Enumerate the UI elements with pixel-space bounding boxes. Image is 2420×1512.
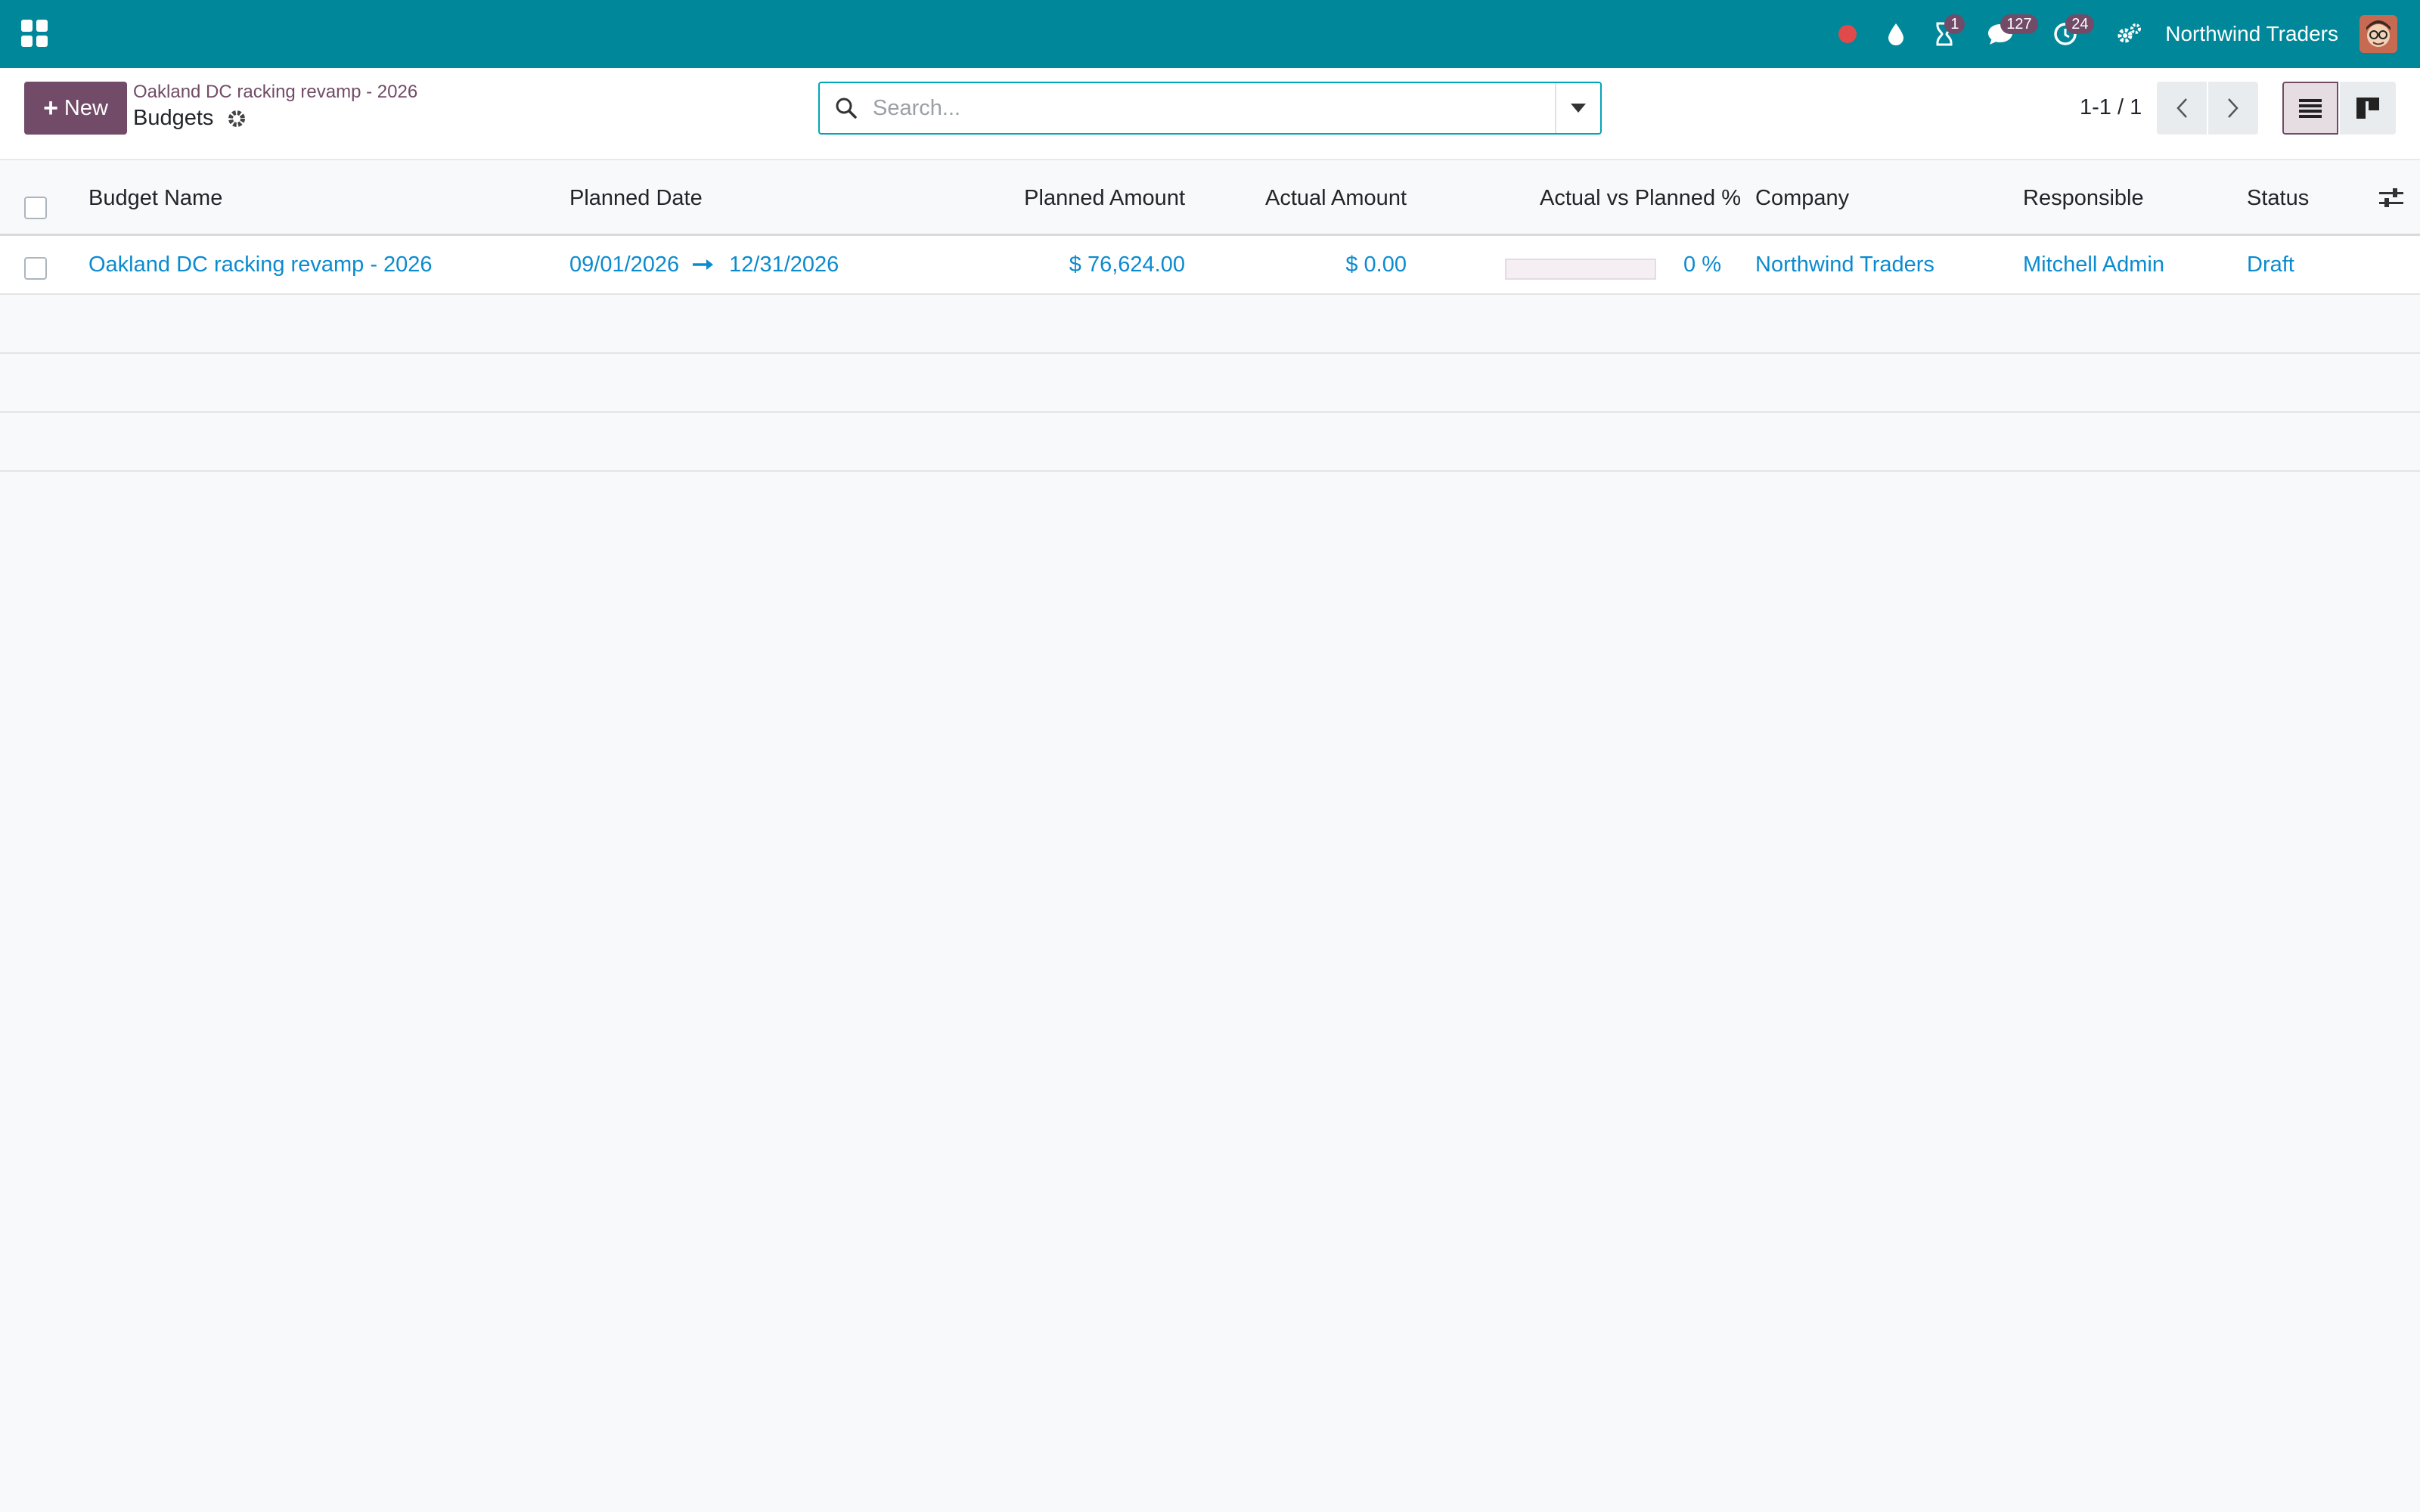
empty-row — [0, 295, 2420, 354]
list-icon — [2299, 99, 2322, 118]
column-header-status[interactable]: Status — [2247, 186, 2309, 211]
empty-row — [0, 413, 2420, 472]
breadcrumb-current: Budgets — [133, 106, 247, 131]
table-header: Budget Name Planned Date Planned Amount … — [0, 160, 2420, 236]
company-switcher[interactable]: Northwind Traders — [2165, 22, 2338, 46]
breadcrumb-parent-link[interactable]: Oakland DC racking revamp - 2026 — [133, 82, 417, 103]
messages-badge: 127 — [2000, 14, 2038, 34]
company-cell[interactable]: Northwind Traders — [1755, 253, 1934, 277]
table-row[interactable]: Oakland DC racking revamp - 2026 09/01/2… — [0, 236, 2420, 295]
caret-down-icon — [1571, 104, 1586, 113]
record-indicator-icon[interactable] — [1831, 17, 1864, 51]
new-button-label: New — [64, 95, 108, 120]
column-header-actual-amount[interactable]: Actual Amount — [1265, 186, 1407, 211]
search-icon — [820, 97, 873, 119]
column-header-actual-vs-planned[interactable]: Actual vs Planned % — [1540, 186, 1741, 211]
settings-gears-icon[interactable] — [2112, 17, 2145, 51]
page-title: Budgets — [133, 106, 214, 130]
clock-badge: 24 — [2065, 14, 2095, 34]
clock-icon[interactable]: 24 — [2049, 14, 2095, 51]
date-to: 12/31/2026 — [729, 253, 839, 277]
activity-badge: 1 — [1944, 14, 1965, 34]
apps-menu-icon[interactable] — [21, 20, 48, 47]
pager-value[interactable]: 1-1 / 1 — [2080, 95, 2142, 120]
navbar-systray: 1 127 24 Northwind Traders — [1816, 0, 2397, 68]
responsible-cell[interactable]: Mitchell Admin — [2023, 253, 2164, 277]
row-select-checkbox[interactable] — [24, 257, 47, 280]
top-navbar: 1 127 24 Northwind Traders — [0, 0, 2420, 68]
actual-amount-cell: $ 0.00 — [1345, 253, 1407, 277]
search-input[interactable] — [873, 83, 1555, 133]
column-header-budget-name[interactable]: Budget Name — [88, 186, 222, 211]
search-bar — [818, 82, 1602, 135]
planned-amount-cell: $ 76,624.00 — [1069, 253, 1185, 277]
budget-list-table: Budget Name Planned Date Planned Amount … — [0, 160, 2420, 472]
kanban-icon — [2356, 98, 2379, 119]
activity-hourglass-icon[interactable]: 1 — [1928, 14, 1965, 51]
status-cell: Draft — [2247, 253, 2294, 277]
gear-icon[interactable] — [227, 109, 247, 129]
control-panel: + New Oakland DC racking revamp - 2026 B… — [0, 68, 2420, 160]
budget-name-cell[interactable]: Oakland DC racking revamp - 2026 — [88, 253, 433, 277]
actual-vs-planned-progressbar — [1505, 259, 1656, 280]
plus-icon: + — [43, 94, 58, 122]
column-header-planned-amount[interactable]: Planned Amount — [1024, 186, 1185, 211]
column-header-responsible[interactable]: Responsible — [2023, 186, 2144, 211]
user-avatar[interactable] — [2360, 15, 2397, 53]
select-all-checkbox[interactable] — [24, 197, 47, 219]
planned-date-cell: 09/01/2026 12/31/2026 — [569, 253, 839, 278]
optional-columns-sliders-icon[interactable] — [2379, 187, 2403, 212]
pager-next-button[interactable] — [2208, 82, 2258, 135]
actual-vs-planned-percent: 0 % — [1683, 253, 1721, 277]
search-options-toggle[interactable] — [1555, 83, 1600, 133]
kanban-view-button[interactable] — [2340, 82, 2396, 135]
arrow-right-icon — [693, 253, 715, 278]
chevron-right-icon — [2228, 98, 2238, 118]
empty-row — [0, 354, 2420, 413]
droplet-icon[interactable] — [1879, 17, 1913, 51]
date-from: 09/01/2026 — [569, 253, 680, 277]
column-header-planned-date[interactable]: Planned Date — [569, 186, 703, 211]
pager-previous-button[interactable] — [2157, 82, 2207, 135]
new-button[interactable]: + New — [24, 82, 127, 135]
chevron-left-icon — [2176, 98, 2187, 118]
column-header-company[interactable]: Company — [1755, 186, 1849, 211]
list-view-button[interactable] — [2282, 82, 2338, 135]
messages-chat-icon[interactable]: 127 — [1984, 14, 2038, 51]
